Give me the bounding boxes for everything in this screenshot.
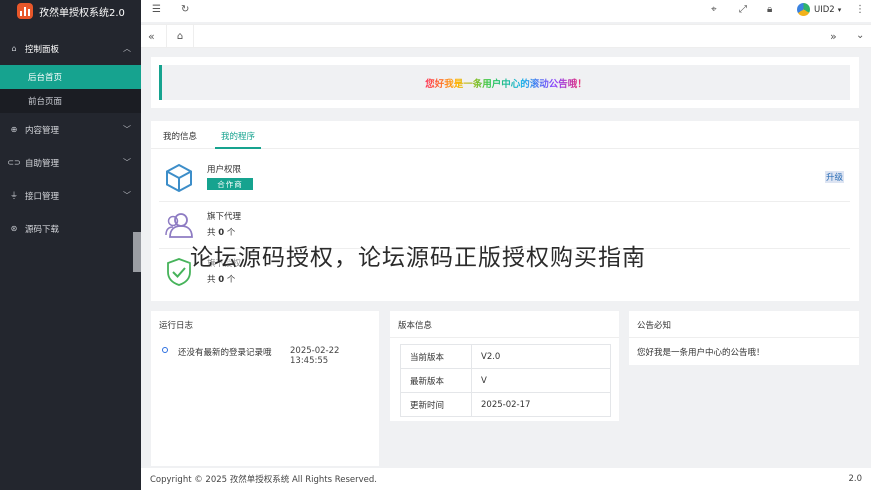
upgrade-link[interactable]: 升级: [824, 171, 844, 183]
active-tab-indicator: [215, 147, 261, 149]
footer: Copyright © 2025 孜然单授权系统 All Rights Rese…: [141, 468, 871, 490]
fullscreen-icon[interactable]: ⤢: [739, 4, 747, 15]
logo-icon: [17, 3, 33, 19]
app-logo[interactable]: 孜然单授权系统2.0: [0, 0, 141, 22]
tab-my-programs[interactable]: 我的程序: [221, 130, 255, 142]
lock-icon[interactable]: 🔒︎: [767, 4, 772, 15]
log-entry-text: 还没有最新的登录记录哦: [178, 348, 272, 358]
users-icon: [165, 213, 193, 238]
row-title: 旗下代理: [207, 212, 242, 222]
chevron-down-icon: ﹀: [123, 191, 131, 200]
app-title: 孜然单授权系统2.0: [39, 7, 125, 19]
version-card: 版本信息 当前版本 V2.0 最新版本 V 更新时间 2025-02-17: [390, 311, 619, 421]
table-cell-value: 2025-02-17: [471, 392, 611, 417]
sidebar-item-label: 源码下载: [25, 224, 60, 235]
table-cell-label: 更新时间: [400, 392, 472, 417]
sidebar-subitem-frontend-page[interactable]: 前台页面: [0, 89, 141, 113]
scrolling-notice: 您好我是一条用户中心的滚动公告哦！: [159, 65, 850, 100]
chevron-down-icon: ﹀: [123, 158, 131, 167]
sidebar-item-label: 控制面板: [25, 44, 60, 55]
avatar: [797, 3, 810, 16]
refresh-icon[interactable]: ↻: [181, 4, 189, 15]
menu-toggle-icon[interactable]: ☰: [152, 4, 161, 15]
sidebar-item-label: 自助管理: [25, 158, 60, 169]
role-badge: 合作商: [207, 178, 253, 190]
card-title: 运行日志: [159, 321, 194, 331]
divider: [629, 337, 859, 338]
timeline-dot: [162, 347, 168, 353]
sidebar-item-label: 内容管理: [25, 125, 60, 136]
copyright-text: Copyright © 2025 孜然单授权系统 All Rights Rese…: [150, 475, 377, 485]
sidebar-item-dashboard[interactable]: ⌂ 控制面板 ︿: [0, 32, 141, 65]
table-cell-value: V: [471, 368, 611, 393]
row-count: 共 0 个: [207, 228, 236, 238]
globe-icon: ⊕: [10, 125, 18, 134]
sidebar-subitem-admin-home[interactable]: 后台首页: [0, 65, 141, 89]
table-cell-label: 当前版本: [400, 344, 472, 369]
overlay-caption: 论坛源码授权，论坛源码正版授权购买指南: [190, 245, 646, 271]
tabs-dropdown-icon[interactable]: ⌄: [856, 30, 864, 41]
tag-icon[interactable]: ⌖: [711, 4, 717, 15]
user-name: UID2: [814, 4, 835, 15]
table-cell-value: V2.0: [471, 344, 611, 369]
download-icon: ⊛: [10, 224, 18, 233]
row-count: 共 0 个: [207, 275, 236, 285]
announcement-card: 公告必知 您好我是一条用户中心的公告哦！: [629, 311, 859, 365]
notice-card: 您好我是一条用户中心的滚动公告哦！: [151, 57, 859, 108]
notice-text: 您好我是一条用户中心的滚动公告哦！: [425, 76, 587, 90]
caret-down-icon: ▾: [837, 5, 842, 14]
shield-check-icon: [167, 258, 191, 286]
sidebar-item-download[interactable]: ⊛ 源码下载: [0, 212, 141, 245]
table-cell-label: 最新版本: [400, 368, 472, 393]
table-row: 最新版本 V: [400, 368, 611, 393]
footer-version: 2.0: [848, 474, 862, 484]
list-item: 用户权限 合作商 升级: [159, 155, 850, 202]
top-bar: ☰ ↻ ⌖ ⤢ 🔒︎ UID2 ▾ ⋮: [141, 0, 871, 22]
chevron-down-icon: ﹀: [123, 125, 131, 134]
cube-icon: [166, 163, 192, 193]
table-row: 更新时间 2025-02-17: [400, 392, 611, 417]
table-row: 当前版本 V2.0: [400, 344, 611, 369]
announcement-text: 您好我是一条用户中心的公告哦！: [637, 348, 765, 358]
scroll-right-icon[interactable]: »: [830, 30, 837, 43]
home-icon: ⌂: [11, 44, 17, 53]
tabs-bar: « ⌂ » ⌄: [141, 24, 871, 48]
more-vertical-icon[interactable]: ⋮: [855, 4, 865, 15]
program-tabs: 我的信息 我的程序: [151, 121, 859, 149]
version-table: 当前版本 V2.0 最新版本 V 更新时间 2025-02-17: [400, 344, 611, 417]
log-card: 运行日志 还没有最新的登录记录哦 2025-02-22 13:45:55: [151, 311, 379, 466]
divider: [390, 337, 619, 338]
plug-icon: ⏚: [10, 191, 18, 200]
card-title: 公告必知: [637, 321, 672, 331]
tab-home[interactable]: ⌂: [166, 25, 194, 48]
row-title: 用户权限: [207, 165, 242, 175]
program-card: 我的信息 我的程序 用户权限 合作商 升级 旗下代理 共 0 个 旗下授权 共 …: [151, 121, 859, 301]
card-title: 版本信息: [398, 321, 433, 331]
sidebar-item-self-service[interactable]: ⊂⊃ 自助管理 ﹀: [0, 146, 141, 179]
sidebar-scrollbar[interactable]: [133, 232, 141, 272]
sidebar-item-label: 接口管理: [25, 191, 60, 202]
tab-my-info[interactable]: 我的信息: [163, 130, 197, 142]
chevron-up-icon: ︿: [123, 44, 131, 53]
sidebar: 孜然单授权系统2.0 ⌂ 控制面板 ︿ 后台首页 前台页面 ⊕ 内容管理 ﹀ ⊂…: [0, 0, 141, 490]
scroll-left-icon[interactable]: «: [148, 30, 155, 43]
sidebar-item-api[interactable]: ⏚ 接口管理 ﹀: [0, 179, 141, 212]
link-icon: ⊂⊃: [7, 158, 21, 167]
user-menu[interactable]: UID2 ▾: [797, 3, 841, 16]
sidebar-item-content[interactable]: ⊕ 内容管理 ﹀: [0, 113, 141, 146]
log-entry-time: 2025-02-22 13:45:55: [290, 346, 340, 366]
home-icon: ⌂: [176, 31, 184, 42]
